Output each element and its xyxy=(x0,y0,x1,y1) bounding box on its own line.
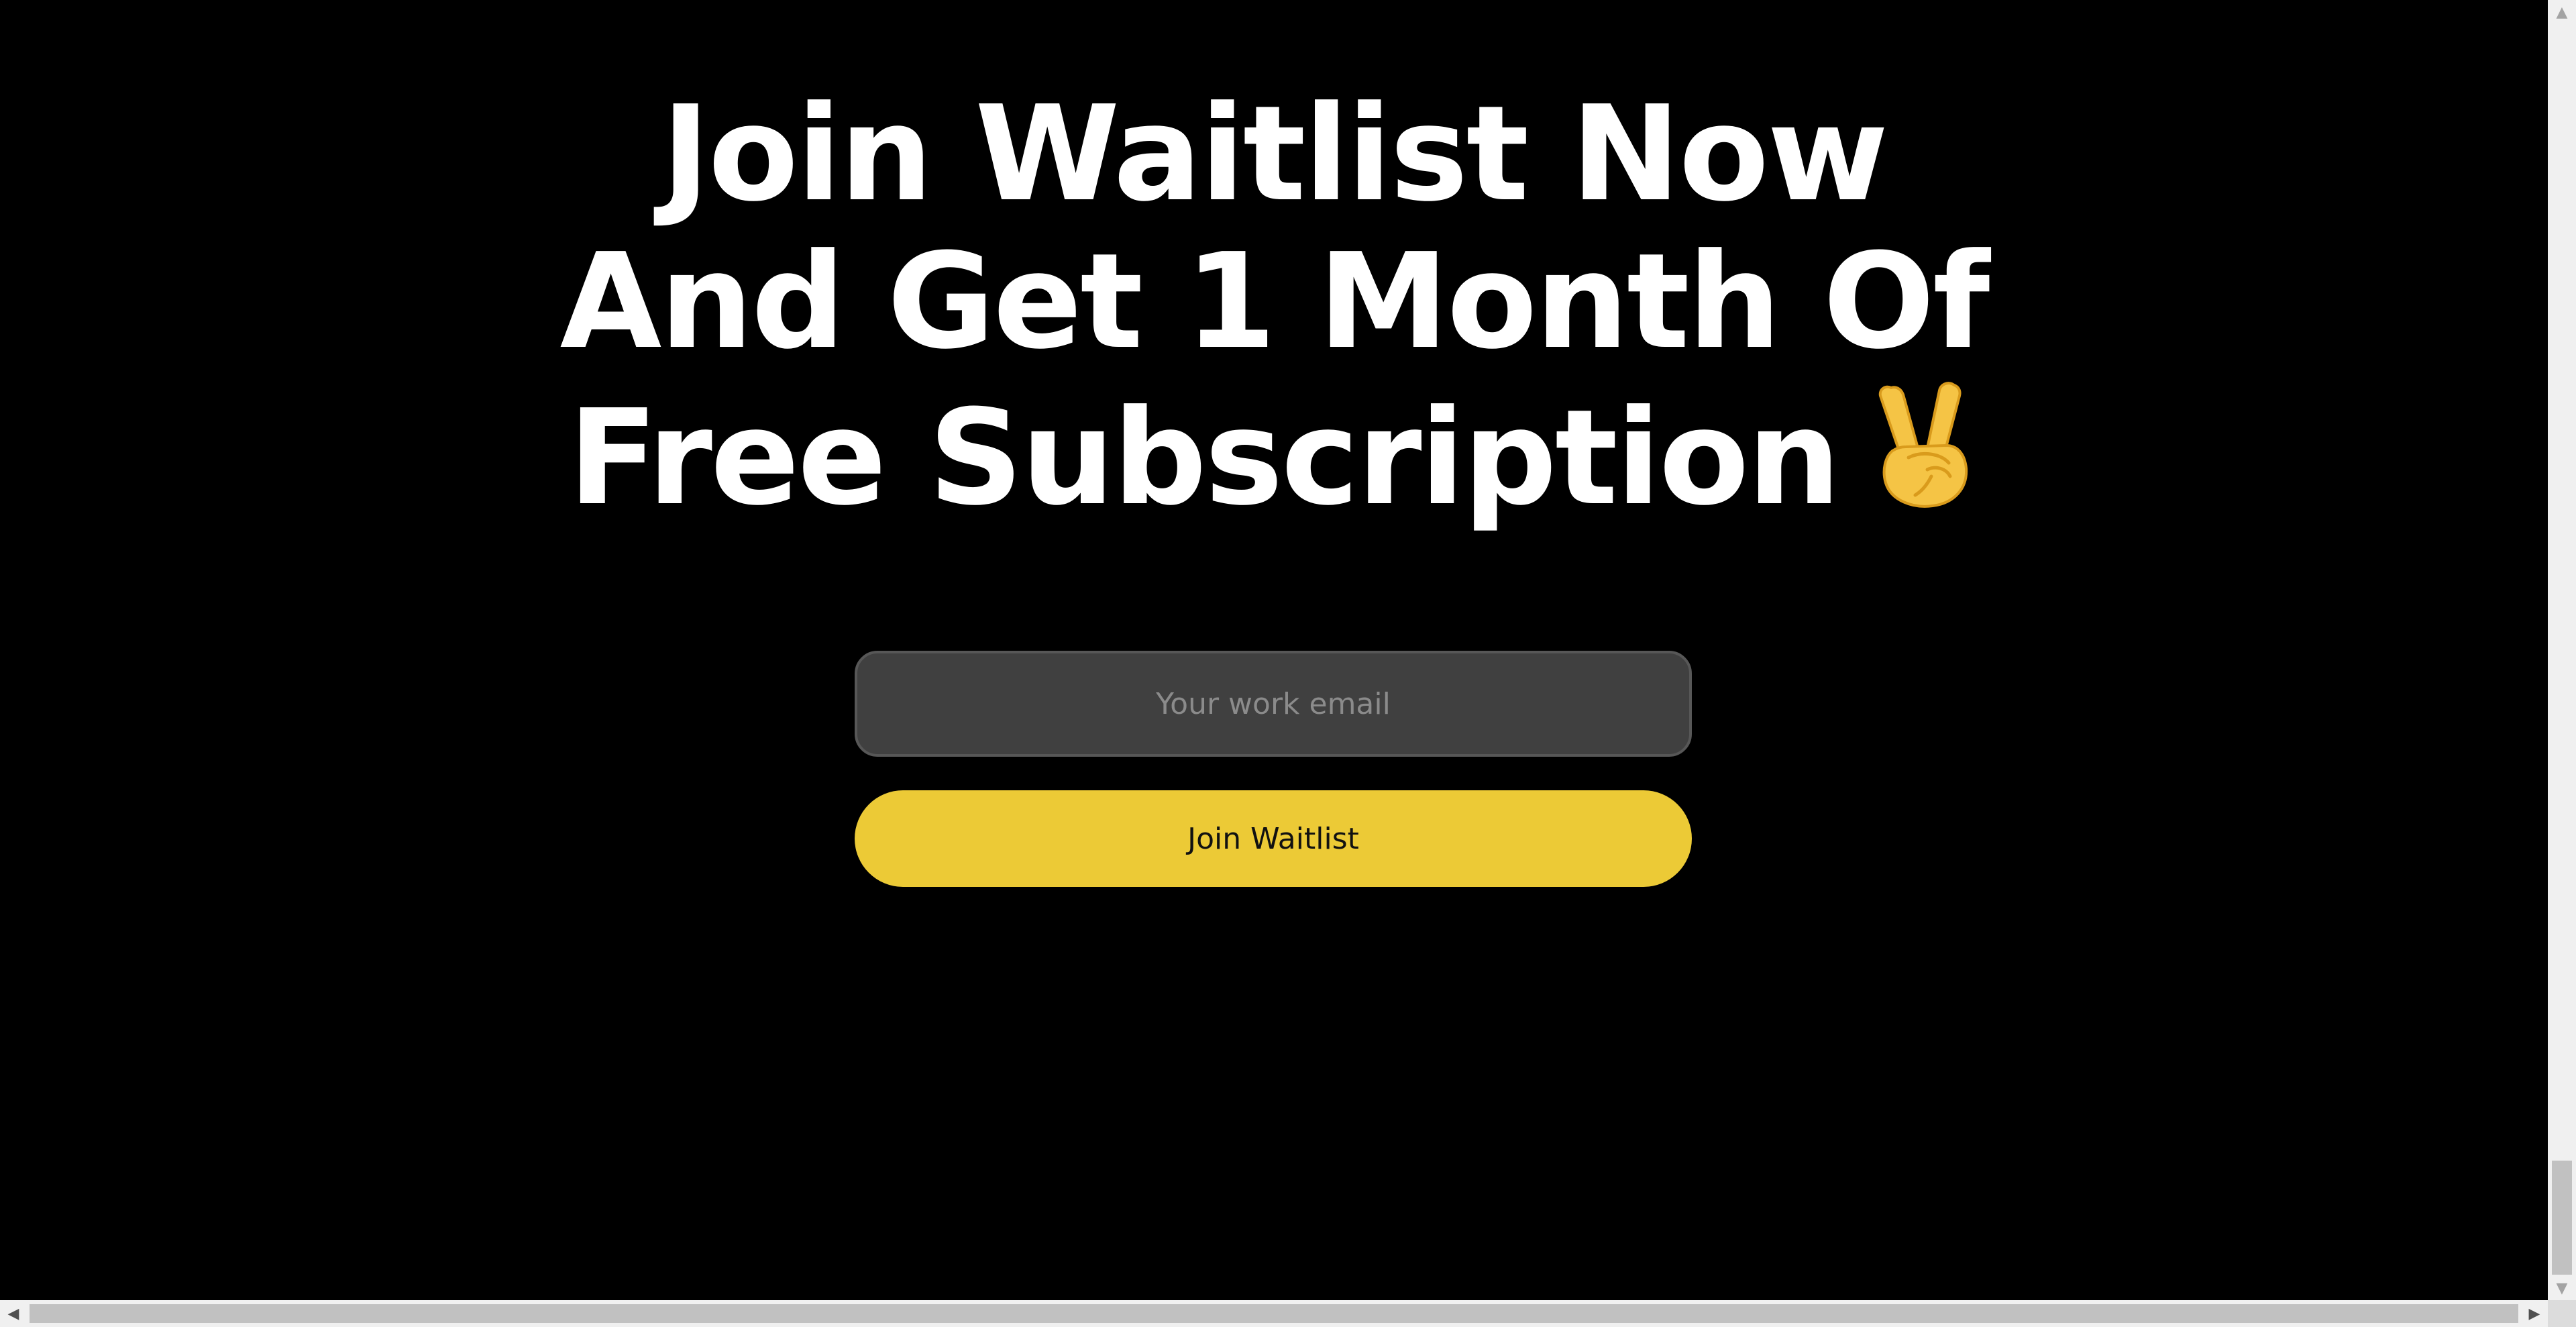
headline-line-3: Free Subscription xyxy=(0,376,2548,539)
headline-line-2: And Get 1 Month Of xyxy=(559,225,1990,378)
scrollbar-corner xyxy=(2548,1300,2576,1327)
vertical-scrollbar[interactable]: ▲ ▼ xyxy=(2548,0,2576,1300)
scroll-up-icon[interactable]: ▲ xyxy=(2548,0,2576,24)
vertical-scroll-thumb[interactable] xyxy=(2552,1161,2572,1275)
victory-hand-icon xyxy=(1866,376,1980,539)
horizontal-scrollbar[interactable]: ◀ ▶ xyxy=(0,1300,2548,1327)
headline-line-1: Join Waitlist Now xyxy=(661,78,1889,231)
waitlist-headline: Join Waitlist Now And Get 1 Month Of Fre… xyxy=(0,81,2548,539)
scroll-down-icon[interactable]: ▼ xyxy=(2548,1276,2576,1300)
scroll-right-icon[interactable]: ▶ xyxy=(2521,1300,2548,1327)
join-waitlist-button[interactable]: Join Waitlist xyxy=(855,790,1692,887)
page-viewport: Join Waitlist Now And Get 1 Month Of Fre… xyxy=(0,0,2548,1300)
headline-line-3-text: Free Subscription xyxy=(568,382,1841,535)
email-input[interactable] xyxy=(855,651,1692,757)
horizontal-scroll-thumb[interactable] xyxy=(30,1304,2518,1323)
scroll-left-icon[interactable]: ◀ xyxy=(0,1300,27,1327)
